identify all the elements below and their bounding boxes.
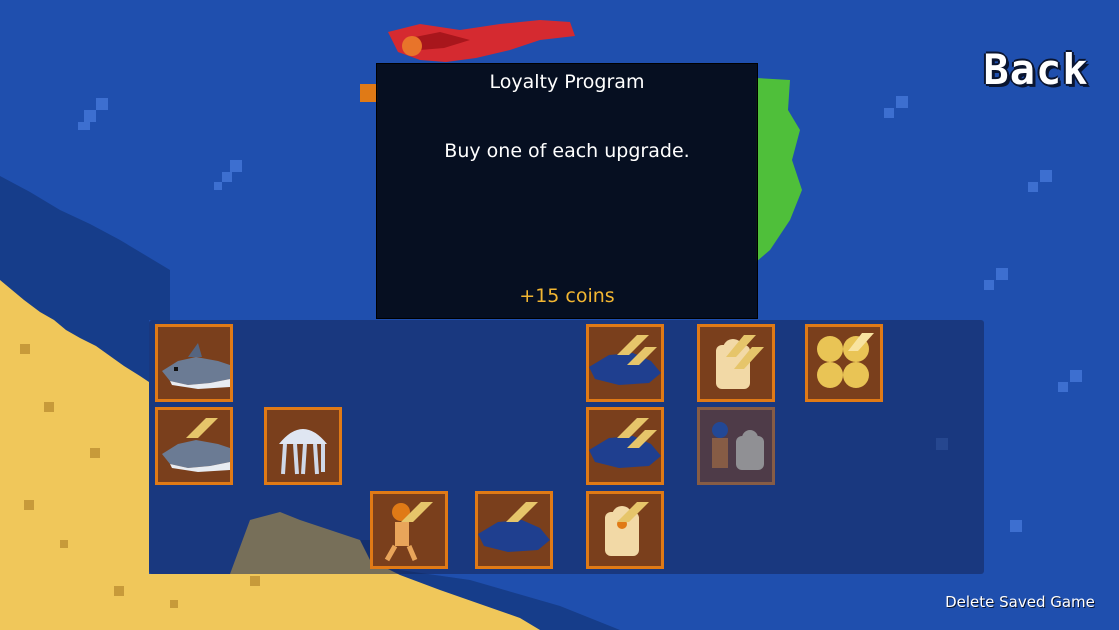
achievement-tile-whale-2[interactable]: [586, 407, 664, 485]
achievement-tooltip: Loyalty Program Buy one of each upgrade.…: [376, 63, 758, 319]
back-button[interactable]: Back: [976, 44, 1096, 96]
delete-saved-game-button[interactable]: Delete Saved Game: [936, 590, 1104, 614]
achievement-tile-shark-2[interactable]: [155, 407, 233, 485]
achievement-tile-diver[interactable]: [370, 491, 448, 569]
tooltip-reward: +15 coins: [519, 285, 615, 307]
tooltip-description: Buy one of each upgrade.: [444, 140, 690, 162]
achievement-tile-whale-1[interactable]: [586, 324, 664, 402]
achievement-tile-jellyfish[interactable]: [264, 407, 342, 485]
achievement-tile-coins[interactable]: [805, 324, 883, 402]
tooltip-title: Loyalty Program: [489, 71, 645, 93]
achievement-tile-diver-pair-selected[interactable]: [697, 407, 775, 485]
achievement-tile-suit-2[interactable]: [586, 491, 664, 569]
achievement-tile-suit-1[interactable]: [697, 324, 775, 402]
achievement-tile-whale-3[interactable]: [475, 491, 553, 569]
achievement-tile-shark-1[interactable]: [155, 324, 233, 402]
